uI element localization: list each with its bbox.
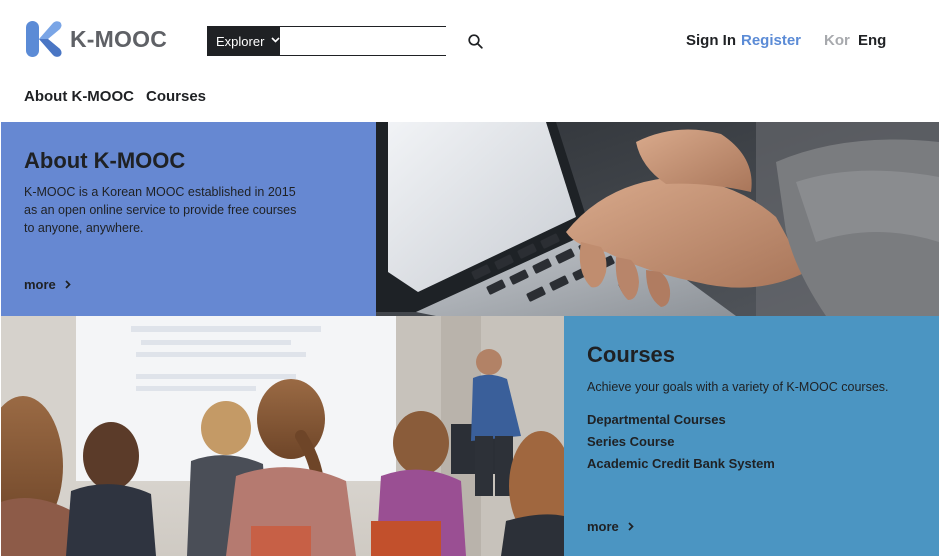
chevron-right-icon [628, 522, 635, 531]
about-more-label: more [24, 277, 56, 292]
about-title: About K-MOOC [24, 148, 186, 173]
classroom-illustration [1, 316, 564, 556]
chevron-down-icon [271, 37, 280, 43]
explorer-dropdown-label: Explorer [216, 33, 265, 49]
logo-text: K-MOOC [70, 25, 168, 52]
site-header: K-MOOC Explorer Sign In Register Kor Eng [0, 0, 939, 80]
search-input[interactable] [280, 27, 469, 55]
courses-title: Courses [587, 342, 676, 367]
sign-in-link[interactable]: Sign In [686, 32, 736, 49]
laptop-typing-illustration [376, 122, 939, 316]
nav-item-about[interactable]: About K-MOOC [24, 88, 134, 105]
about-description-line: to anyone, anywhere. [24, 221, 144, 235]
course-link-departmental[interactable]: Departmental Courses [587, 412, 726, 427]
course-link-series[interactable]: Series Course [587, 434, 674, 449]
language-eng[interactable]: Eng [858, 32, 886, 49]
courses-description: Achieve your goals with a variety of K-M… [587, 380, 889, 394]
courses-panel: Courses Achieve your goals with a variet… [564, 316, 939, 556]
language-kor[interactable]: Kor [824, 32, 850, 49]
classroom-image [1, 316, 564, 556]
about-description-line: K-MOOC is a Korean MOOC established in 2… [24, 185, 296, 199]
search-button[interactable] [468, 27, 484, 55]
about-description-line: as an open online service to provide fre… [24, 203, 297, 217]
register-link[interactable]: Register [741, 32, 801, 49]
about-panel: About K-MOOC K-MOOC is a Korean MOOC est… [1, 122, 376, 316]
course-link-academic-credit-bank[interactable]: Academic Credit Bank System [587, 456, 775, 471]
nav-item-courses[interactable]: Courses [146, 88, 206, 105]
k-logo-icon [26, 21, 62, 57]
about-more-link[interactable]: more [24, 277, 72, 292]
chevron-right-icon [65, 280, 72, 289]
about-description: K-MOOC is a Korean MOOC established in 2… [24, 183, 324, 237]
explorer-dropdown[interactable]: Explorer [208, 27, 281, 55]
search-bar: Explorer [207, 26, 484, 56]
search-icon [468, 33, 484, 49]
site-logo[interactable]: K-MOOC [25, 20, 167, 58]
laptop-typing-image [376, 122, 939, 316]
courses-more-label: more [587, 519, 619, 534]
courses-more-link[interactable]: more [587, 519, 635, 534]
